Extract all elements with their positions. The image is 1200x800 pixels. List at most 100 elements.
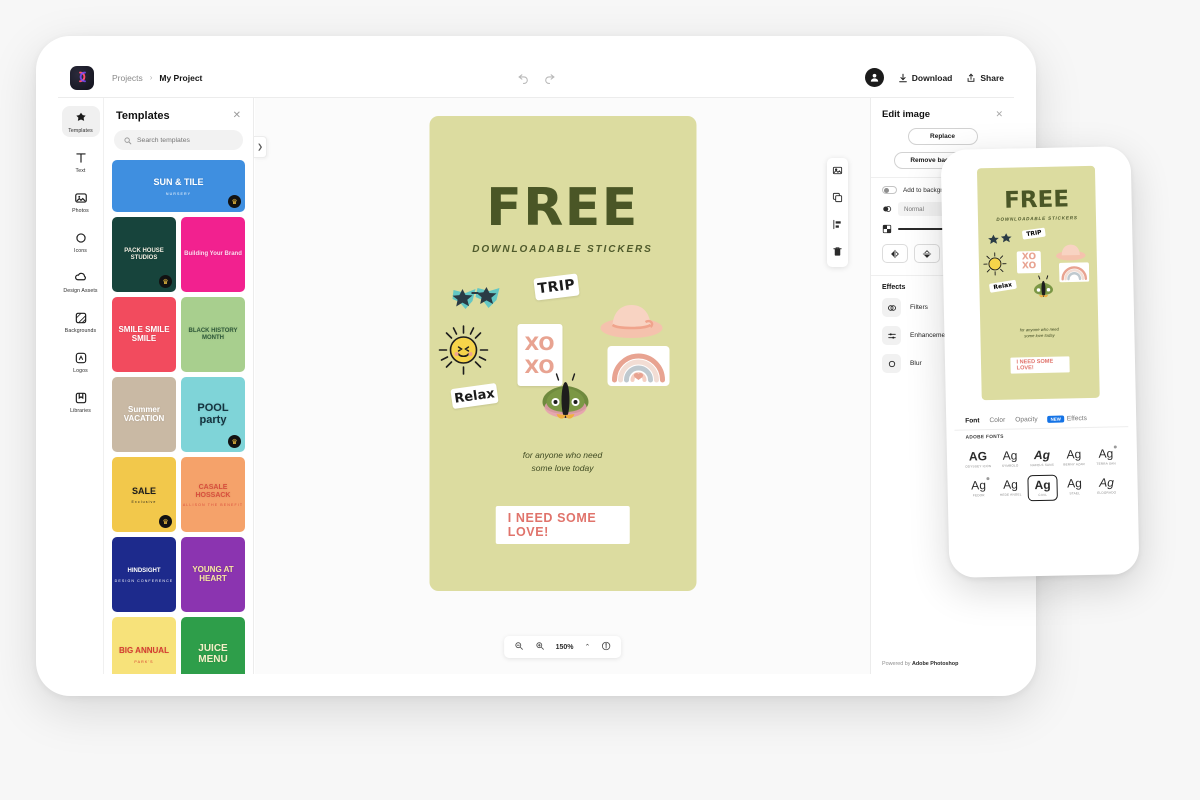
template-card[interactable]: SMILE SMILE SMILE bbox=[112, 297, 176, 372]
breadcrumb-projects[interactable]: Projects bbox=[112, 73, 143, 83]
star-sunglasses-sticker[interactable] bbox=[449, 284, 501, 314]
adobe-express-logo-icon[interactable] bbox=[70, 65, 94, 90]
template-card[interactable]: PACK HOUSE STUDIOS ♛ bbox=[112, 217, 176, 292]
download-label: Download bbox=[911, 72, 953, 83]
template-card[interactable]: Building Your Brand bbox=[181, 217, 245, 292]
breadcrumb-current[interactable]: My Project bbox=[159, 73, 202, 83]
sidebar-item-libraries[interactable]: Libraries bbox=[62, 386, 100, 417]
sidebar-item-logos[interactable]: Logos bbox=[62, 346, 100, 377]
search-templates-field[interactable] bbox=[114, 130, 243, 150]
zoom-in-icon[interactable] bbox=[535, 638, 545, 656]
template-title: SMILE SMILE SMILE bbox=[118, 325, 170, 343]
template-card[interactable]: JUICE MENU bbox=[181, 617, 245, 674]
relax-sticker[interactable]: Relax bbox=[449, 382, 499, 410]
flip-horizontal-icon[interactable] bbox=[882, 244, 908, 263]
duplicate-layer-icon[interactable] bbox=[832, 190, 843, 208]
font-option[interactable]: Ag FEDOR bbox=[963, 476, 994, 503]
chevron-up-icon[interactable]: ⌃ bbox=[585, 643, 591, 651]
sticker-group: TRIP XO XO Relax bbox=[429, 273, 696, 436]
phone-tab-effects[interactable]: NEW Effects bbox=[1047, 415, 1087, 423]
crop-image-icon[interactable] bbox=[832, 163, 843, 181]
font-badge-dot-icon bbox=[1113, 445, 1117, 449]
blur-icon bbox=[882, 354, 901, 373]
sidebar-item-label: Design Assets bbox=[63, 288, 98, 294]
replace-button[interactable]: Replace bbox=[907, 128, 978, 145]
moth-sticker[interactable] bbox=[534, 372, 596, 424]
font-option[interactable]: Ag CIVIL bbox=[1027, 474, 1058, 502]
phone-tab-font[interactable]: Font bbox=[965, 417, 979, 424]
sidebar-item-photos[interactable]: Photos bbox=[62, 186, 100, 217]
template-title: CASALE HOSSACK bbox=[195, 484, 231, 499]
sidebar-item-backgrounds[interactable]: Backgrounds bbox=[62, 306, 100, 337]
flip-vertical-icon[interactable] bbox=[914, 244, 940, 263]
rainbow-sticker[interactable] bbox=[607, 346, 669, 386]
sidebar-item-label: Icons bbox=[74, 248, 87, 254]
effect-label: Filters bbox=[910, 304, 928, 311]
font-option[interactable]: Ag SYMBOLO bbox=[995, 446, 1025, 471]
avatar[interactable] bbox=[864, 68, 884, 87]
templates-panel: Templates ✕ SUN & TILENURSERY♛PACK HOUSE… bbox=[104, 98, 254, 674]
font-specimen: Ag bbox=[1002, 448, 1018, 463]
sun-hat-sticker[interactable] bbox=[599, 298, 663, 340]
font-name: HEDE ANGEL bbox=[999, 492, 1022, 497]
template-card[interactable]: SUN & TILE NURSERY ♛ bbox=[112, 160, 245, 212]
font-option[interactable]: Ag NAFELS SANS bbox=[1027, 446, 1057, 471]
phone-canvas-area[interactable]: FREE DOWNLOADABLE STICKERS TRIP XO XO Re… bbox=[948, 154, 1128, 412]
canvas-subtitle[interactable]: DOWNLOADABLE STICKERS bbox=[429, 244, 696, 255]
artboard[interactable]: FREE DOWNLOADABLE STICKERS TRIP XO XO Re… bbox=[429, 116, 696, 591]
template-card[interactable]: HINDSIGHT DESIGN CONFERENCE bbox=[112, 537, 176, 612]
relax-sticker-label: Relax bbox=[452, 385, 496, 407]
sun-face-sticker[interactable] bbox=[437, 324, 489, 376]
info-icon[interactable] bbox=[601, 638, 611, 656]
phone-tab-opacity[interactable]: Opacity bbox=[1015, 416, 1038, 423]
phone-star-sunglasses-sticker bbox=[988, 233, 1012, 245]
template-card[interactable]: BIG ANNUAL PARK'S bbox=[112, 617, 176, 674]
sidebar-item-templates[interactable]: Templates bbox=[61, 106, 100, 137]
canvas-tagline[interactable]: for anyone who need some love today bbox=[429, 449, 696, 475]
canvas-workspace[interactable]: FREE DOWNLOADABLE STICKERS TRIP XO XO Re… bbox=[255, 98, 870, 674]
sidebar-item-label: Templates bbox=[68, 128, 93, 134]
font-option[interactable]: Ag TERRA SAN bbox=[1091, 444, 1121, 469]
close-icon[interactable]: ✕ bbox=[995, 110, 1003, 119]
zoom-out-icon[interactable] bbox=[514, 638, 524, 656]
sidebar-item-text[interactable]: Text bbox=[62, 146, 100, 177]
phone-sun-hat-sticker bbox=[1056, 244, 1086, 261]
share-button[interactable]: Share bbox=[966, 73, 1004, 83]
logos-icon bbox=[74, 351, 88, 365]
canvas-title[interactable]: FREE bbox=[429, 178, 696, 238]
tablet-screen: Projects › My Project Download Share Tem… bbox=[58, 58, 1014, 674]
sidebar-item-label: Backgrounds bbox=[64, 328, 97, 334]
zoom-level-value[interactable]: 150% bbox=[556, 644, 574, 651]
undo-icon[interactable] bbox=[516, 71, 530, 85]
template-card[interactable]: CASALE HOSSACK ALLISON THE BENEFIT bbox=[181, 457, 245, 532]
template-card[interactable]: POOL party ♛ bbox=[181, 377, 245, 452]
phone-tab-color[interactable]: Color bbox=[989, 416, 1005, 423]
template-card[interactable]: BLACK HISTORY MONTH bbox=[181, 297, 245, 372]
edit-image-header: Edit image ✕ bbox=[871, 98, 1014, 128]
sidebar-item-icons[interactable]: Icons bbox=[62, 226, 100, 257]
redo-icon[interactable] bbox=[542, 71, 556, 85]
font-option[interactable]: Ag HEDE ANGEL bbox=[995, 475, 1026, 502]
sidebar-item-design-assets[interactable]: Design Assets bbox=[62, 266, 100, 297]
font-option[interactable]: Ag BERNY AZAR bbox=[1059, 445, 1089, 470]
canvas-cta-button[interactable]: I NEED SOME LOVE! bbox=[495, 506, 630, 544]
font-option[interactable]: Ag ELDORADO bbox=[1091, 473, 1122, 500]
trip-sticker[interactable]: TRIP bbox=[532, 273, 580, 301]
zoom-toolbar: 150% ⌃ bbox=[503, 636, 622, 658]
phone-artboard[interactable]: FREE DOWNLOADABLE STICKERS TRIP XO XO Re… bbox=[976, 165, 1100, 401]
template-card[interactable]: YOUNG AT HEART bbox=[181, 537, 245, 612]
template-card[interactable]: Summer VACATION bbox=[112, 377, 176, 452]
download-button[interactable]: Download bbox=[898, 72, 953, 83]
font-specimen: Ag bbox=[1033, 447, 1051, 463]
font-option[interactable]: AG ODYSSEY ICON bbox=[963, 447, 993, 472]
delete-icon[interactable] bbox=[832, 244, 843, 262]
add-to-background-toggle[interactable] bbox=[882, 186, 897, 194]
search-icon bbox=[124, 136, 132, 144]
template-card[interactable]: SALE Exclusive ♛ bbox=[112, 457, 176, 532]
sidebar-item-label: Libraries bbox=[70, 408, 91, 414]
font-option[interactable]: Ag STAEL bbox=[1059, 474, 1090, 501]
close-icon[interactable]: ✕ bbox=[233, 111, 241, 121]
search-input[interactable] bbox=[137, 136, 234, 144]
panel-collapse-toggle[interactable]: ❯ bbox=[254, 136, 267, 158]
align-objects-icon[interactable] bbox=[832, 217, 843, 235]
